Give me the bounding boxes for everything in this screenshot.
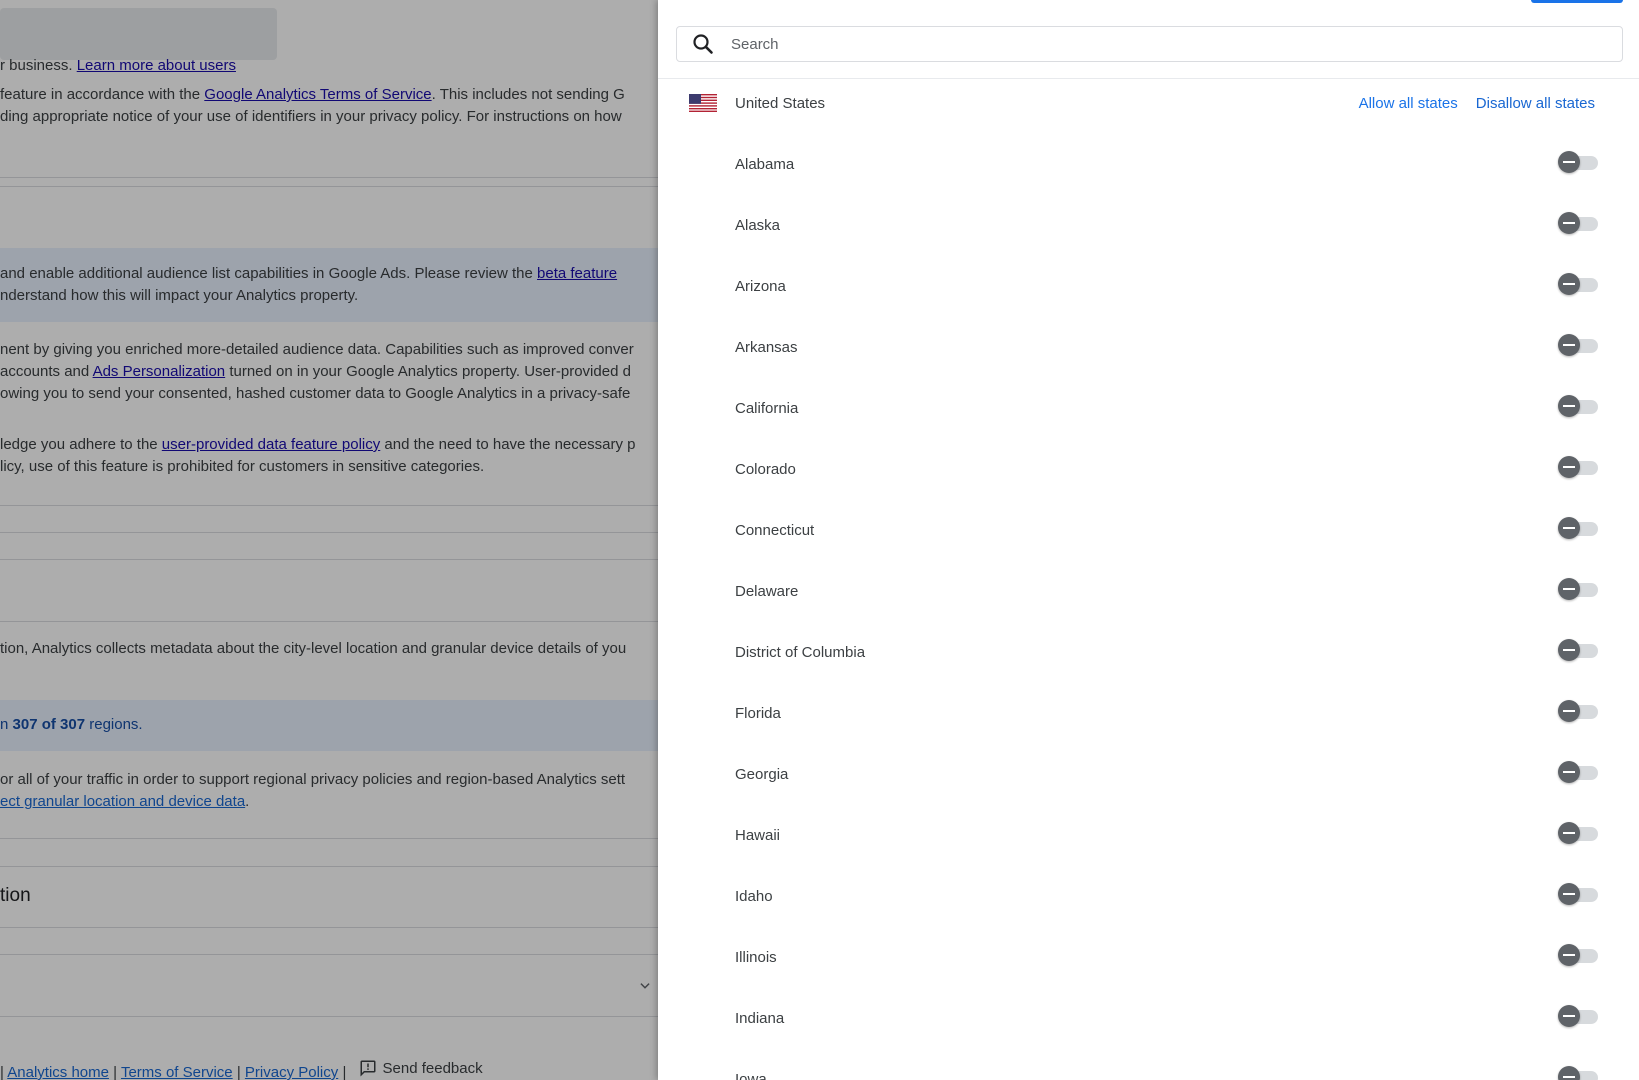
state-row: District of Columbia	[658, 622, 1639, 683]
state-name: Colorado	[735, 461, 796, 478]
minus-icon	[1558, 639, 1580, 661]
us-flag-icon	[689, 94, 717, 112]
modal-scrim[interactable]	[0, 0, 658, 1080]
minus-icon	[1558, 883, 1580, 905]
state-name: Delaware	[735, 583, 799, 600]
state-name: District of Columbia	[735, 644, 866, 661]
state-toggle[interactable]	[1558, 1004, 1600, 1028]
state-toggle[interactable]	[1558, 699, 1600, 723]
state-toggle[interactable]	[1558, 211, 1600, 235]
state-name: Alaska	[735, 217, 781, 234]
minus-icon	[1558, 578, 1580, 600]
state-toggle[interactable]	[1558, 577, 1600, 601]
minus-icon	[1558, 700, 1580, 722]
minus-icon	[1558, 273, 1580, 295]
minus-icon	[1558, 334, 1580, 356]
state-name: Connecticut	[735, 522, 815, 539]
state-row: Indiana	[658, 988, 1639, 1049]
minus-icon	[1558, 212, 1580, 234]
state-toggle[interactable]	[1558, 821, 1600, 845]
state-name: California	[735, 400, 799, 417]
state-row: Arkansas	[658, 317, 1639, 378]
state-row: Alaska	[658, 195, 1639, 256]
state-name: Georgia	[735, 766, 789, 783]
state-toggle[interactable]	[1558, 333, 1600, 357]
state-row: Illinois	[658, 927, 1639, 988]
state-toggle[interactable]	[1558, 150, 1600, 174]
state-name: Arkansas	[735, 339, 798, 356]
state-row: Connecticut	[658, 500, 1639, 561]
minus-icon	[1558, 761, 1580, 783]
disallow-all-states-button[interactable]: Disallow all states	[1476, 95, 1595, 112]
state-toggle[interactable]	[1558, 760, 1600, 784]
state-toggle[interactable]	[1558, 882, 1600, 906]
state-toggle[interactable]	[1558, 516, 1600, 540]
state-name: Arizona	[735, 278, 786, 295]
minus-icon	[1558, 395, 1580, 417]
search-input[interactable]	[731, 35, 1531, 53]
state-name: Hawaii	[735, 827, 781, 844]
state-name: Alabama	[735, 156, 795, 173]
state-toggle[interactable]	[1558, 394, 1600, 418]
state-row: Colorado	[658, 439, 1639, 500]
state-row: California	[658, 378, 1639, 439]
state-name: Illinois	[735, 949, 777, 966]
country-row: United States Allow all states Disallow …	[658, 86, 1639, 120]
minus-icon	[1558, 944, 1580, 966]
state-name: Florida	[735, 705, 781, 722]
minus-icon	[1558, 822, 1580, 844]
state-name: Iowa	[735, 1071, 767, 1080]
state-row: Idaho	[658, 866, 1639, 927]
allow-all-states-button[interactable]: Allow all states	[1359, 95, 1458, 112]
state-row: Georgia	[658, 744, 1639, 805]
country-name: United States	[735, 94, 826, 112]
state-name: Indiana	[735, 1010, 785, 1027]
state-row: Florida	[658, 683, 1639, 744]
state-name: Idaho	[735, 888, 773, 905]
state-toggle[interactable]	[1558, 455, 1600, 479]
state-row: Alabama	[658, 134, 1639, 195]
state-row: Iowa	[658, 1049, 1639, 1080]
state-list: Alabama Alaska Arizona Arkansas California Co…	[658, 134, 1639, 1080]
drawer-primary-button-edge[interactable]	[1531, 0, 1623, 3]
state-row: Arizona	[658, 256, 1639, 317]
minus-icon	[1558, 151, 1580, 173]
state-toggle[interactable]	[1558, 638, 1600, 662]
state-toggle[interactable]	[1558, 272, 1600, 296]
minus-icon	[1558, 456, 1580, 478]
search-icon	[693, 34, 713, 54]
state-toggle[interactable]	[1558, 943, 1600, 967]
state-row: Hawaii	[658, 805, 1639, 866]
state-toggle[interactable]	[1558, 1065, 1600, 1080]
region-settings-drawer: United States Allow all states Disallow …	[658, 0, 1639, 1080]
minus-icon	[1558, 517, 1580, 539]
minus-icon	[1558, 1066, 1580, 1080]
minus-icon	[1558, 1005, 1580, 1027]
state-row: Delaware	[658, 561, 1639, 622]
search-box	[676, 26, 1623, 62]
